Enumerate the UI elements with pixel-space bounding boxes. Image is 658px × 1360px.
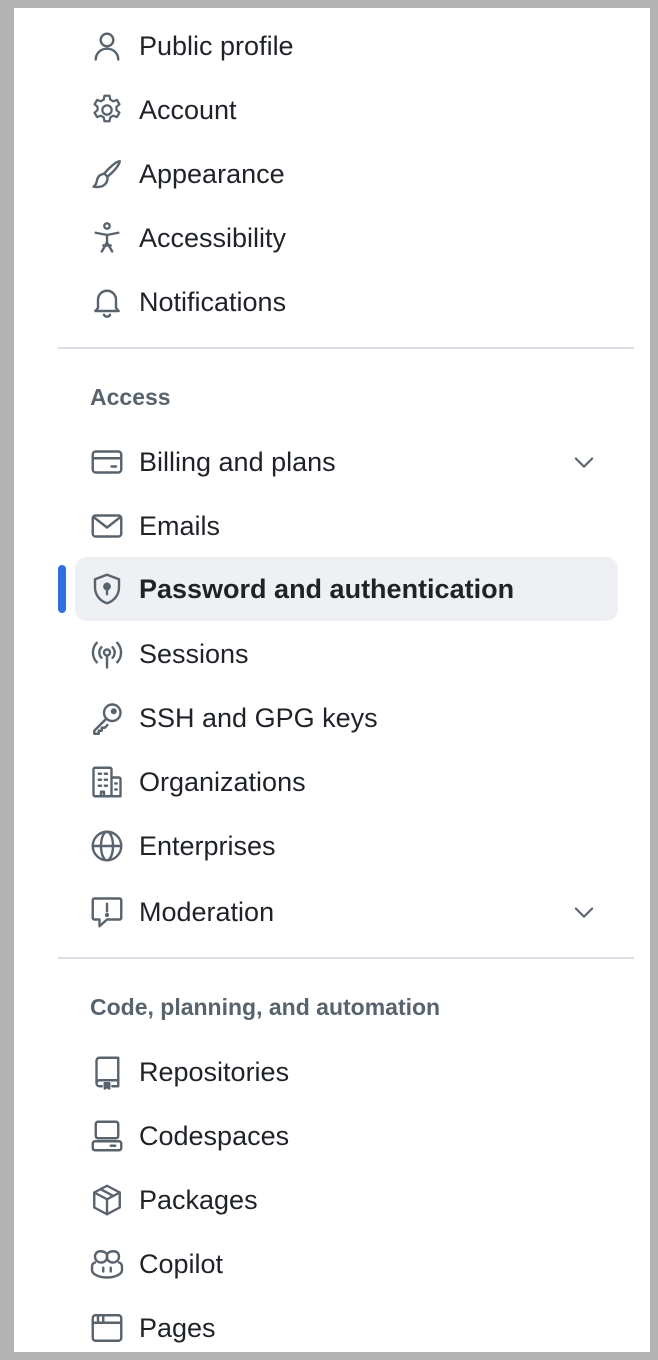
section-heading-code-planning-automation: Code, planning, and automation <box>90 994 441 1020</box>
sidebar-item-label: Sessions <box>139 638 249 669</box>
sidebar-item-repositories[interactable]: Repositories <box>75 1040 618 1104</box>
sidebar-item-emails[interactable]: Emails <box>75 494 618 558</box>
settings-sidebar: Public profile Account Appearance Access… <box>14 8 650 1352</box>
sidebar-item-codespaces[interactable]: Codespaces <box>75 1104 618 1168</box>
sidebar-item-label: Notifications <box>139 286 287 317</box>
sidebar-item-organizations[interactable]: Organizations <box>75 750 618 814</box>
sidebar-item-label: Accessibility <box>139 222 287 253</box>
sidebar-item-label: Organizations <box>139 766 306 797</box>
shield-lock-icon <box>89 571 125 607</box>
organization-icon <box>89 764 125 800</box>
sidebar-item-label: Account <box>139 94 237 125</box>
browser-icon <box>89 1310 125 1346</box>
sidebar-item-account[interactable]: Account <box>75 78 618 142</box>
sidebar-item-label: Public profile <box>139 30 294 61</box>
sidebar-item-sessions[interactable]: Sessions <box>75 622 618 686</box>
copilot-icon <box>89 1246 125 1282</box>
divider <box>58 957 634 959</box>
report-icon <box>89 894 125 930</box>
section-heading-access: Access <box>90 384 171 410</box>
sidebar-item-notifications[interactable]: Notifications <box>75 270 618 334</box>
chevron-down-icon[interactable] <box>570 448 598 476</box>
accessibility-icon <box>89 220 125 256</box>
sidebar-item-label: Password and authentication <box>139 573 515 604</box>
sidebar-item-label: Emails <box>139 510 221 541</box>
sidebar-item-label: SSH and GPG keys <box>139 702 378 733</box>
gear-icon <box>89 92 125 128</box>
sidebar-item-packages[interactable]: Packages <box>75 1168 618 1232</box>
globe-icon <box>89 828 125 864</box>
chevron-down-icon[interactable] <box>570 898 598 926</box>
bell-icon <box>89 284 125 320</box>
sidebar-item-enterprises[interactable]: Enterprises <box>75 814 618 878</box>
active-indicator <box>58 565 66 613</box>
mail-icon <box>89 508 125 544</box>
sidebar-item-label: Repositories <box>139 1056 290 1087</box>
sidebar-item-label: Moderation <box>139 896 275 927</box>
package-icon <box>89 1182 125 1218</box>
codespaces-icon <box>89 1118 125 1154</box>
sidebar-item-password-and-authentication[interactable]: Password and authentication <box>58 557 618 621</box>
sidebar-item-label: Enterprises <box>139 830 276 861</box>
paintbrush-icon <box>89 156 125 192</box>
sidebar-item-label: Codespaces <box>139 1120 290 1151</box>
sidebar-item-ssh-and-gpg-keys[interactable]: SSH and GPG keys <box>75 686 618 750</box>
sidebar-item-label: Packages <box>139 1184 258 1215</box>
sidebar-item-label: Pages <box>139 1312 216 1343</box>
person-icon <box>89 28 125 64</box>
repo-icon <box>89 1054 125 1090</box>
sidebar-item-public-profile[interactable]: Public profile <box>75 14 618 78</box>
sidebar-item-copilot[interactable]: Copilot <box>75 1232 618 1296</box>
sidebar-item-label: Billing and plans <box>139 446 336 477</box>
broadcast-icon <box>89 636 125 672</box>
sidebar-item-label: Appearance <box>139 158 285 189</box>
divider <box>58 347 634 349</box>
sidebar-item-accessibility[interactable]: Accessibility <box>75 206 618 270</box>
sidebar-item-moderation[interactable]: Moderation <box>75 880 618 944</box>
key-icon <box>89 700 125 736</box>
sidebar-item-appearance[interactable]: Appearance <box>75 142 618 206</box>
sidebar-item-pages[interactable]: Pages <box>75 1296 618 1352</box>
sidebar-item-label: Copilot <box>139 1248 224 1279</box>
sidebar-item-billing-and-plans[interactable]: Billing and plans <box>75 430 618 494</box>
credit-card-icon <box>89 444 125 480</box>
